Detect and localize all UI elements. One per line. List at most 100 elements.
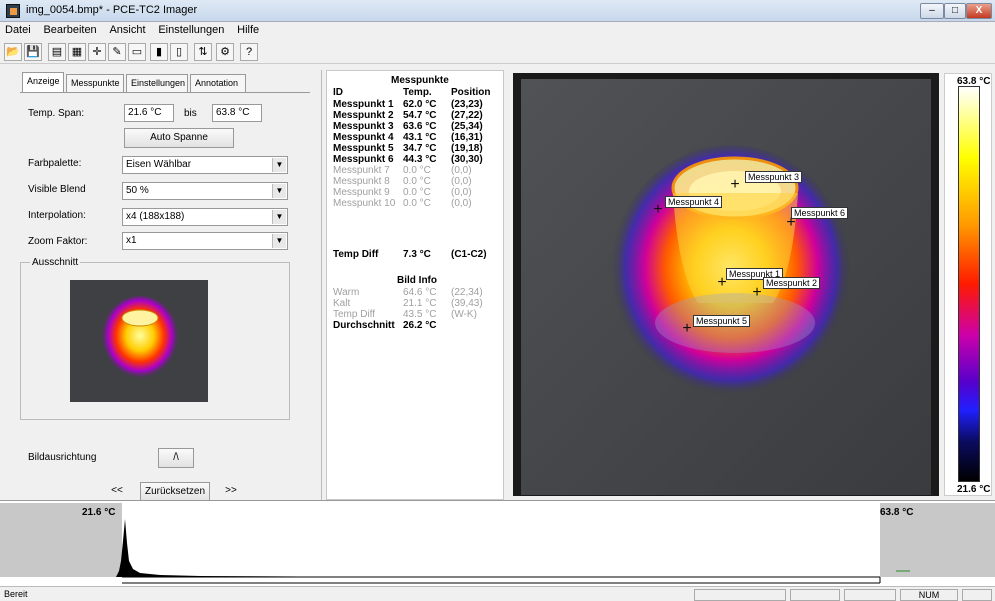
status-bar: Bereit NUM <box>0 586 995 601</box>
close-button[interactable]: X <box>966 3 992 19</box>
visible-blend-select[interactable]: 50 % ▼ <box>122 182 288 200</box>
thermal-image-view[interactable]: + Messpunkt 3 + Messpunkt 4 + Messpunkt 6 + Mes… <box>513 73 939 496</box>
menu-hilfe[interactable]: Hilfe <box>232 22 264 38</box>
prev-button[interactable]: << <box>102 482 132 502</box>
crosshair-icon[interactable]: + <box>727 177 743 193</box>
report-icon[interactable]: ▦ <box>68 43 86 61</box>
open-icon[interactable]: 📂 <box>4 43 22 61</box>
menu-bar: Datei Bearbeiten Ansicht Einstellungen H… <box>0 22 995 40</box>
temp-max-field[interactable]: 63.8 °C <box>212 104 262 122</box>
tab-messpunkte[interactable]: Messpunkte <box>66 74 124 92</box>
farbpalette-value: Eisen Wählbar <box>126 159 192 170</box>
properties-icon[interactable]: ▤ <box>48 43 66 61</box>
messpunkt-pos: (16,31) <box>451 132 483 143</box>
tab-annotation[interactable]: Annotation <box>190 74 246 92</box>
messpunkt-pos: (0,0) <box>451 176 472 187</box>
messpunkt-temp: 63.6 °C <box>403 121 437 132</box>
marker-icon[interactable]: ✎ <box>108 43 126 61</box>
num-lock-indicator: NUM <box>900 589 958 601</box>
visible-blend-value: 50 % <box>126 185 149 196</box>
messpunkt-id: Messpunkt 3 <box>333 121 394 132</box>
bildinfo-extra: (22,34) <box>451 287 483 298</box>
menu-ansicht[interactable]: Ansicht <box>104 22 150 38</box>
status-text: Bereit <box>4 589 28 599</box>
zoom-select[interactable]: x1 ▼ <box>122 232 288 250</box>
color-scale-bar <box>958 86 980 482</box>
messpunkt-label[interactable]: Messpunkt 2 <box>763 277 821 289</box>
menu-einstellungen[interactable]: Einstellungen <box>153 22 229 38</box>
chevron-down-icon: ▼ <box>272 158 286 172</box>
histogram-right-label: 63.8 °C <box>880 507 914 518</box>
bildinfo-value: 21.1 °C <box>403 298 437 309</box>
orientation-button[interactable]: /\ <box>158 448 194 468</box>
temp-min-field[interactable]: 21.6 °C <box>124 104 174 122</box>
messpunkte-panel: Messpunkte ID Temp. Position Messpunkt 1… <box>326 70 504 500</box>
zoom-label: Zoom Faktor: <box>28 236 88 247</box>
settings-icon[interactable]: ⚙ <box>216 43 234 61</box>
messpunkt-temp: 0.0 °C <box>403 165 431 176</box>
bildinfo-label: Durchschnitt <box>333 320 395 331</box>
rectangle-icon[interactable]: ▭ <box>128 43 146 61</box>
farbpalette-select[interactable]: Eisen Wählbar ▼ <box>122 156 288 174</box>
tab-divider <box>20 92 310 93</box>
title-bar: img_0054.bmp* - PCE-TC2 Imager – □ X <box>0 0 995 22</box>
status-pane-2 <box>790 589 840 601</box>
messpunkt-label[interactable]: Messpunkt 5 <box>693 315 751 327</box>
messpunkt-id: Messpunkt 5 <box>333 143 394 154</box>
crosshair-icon[interactable]: + <box>650 202 666 218</box>
histogram-panel[interactable]: 21.6 °C 63.8 °C <box>0 500 995 586</box>
messpunkt-pos: (0,0) <box>451 198 472 209</box>
tab-anzeige[interactable]: Anzeige <box>22 72 64 92</box>
menu-bearbeiten[interactable]: Bearbeiten <box>38 22 101 38</box>
messpunkt-pos: (27,22) <box>451 110 483 121</box>
help-icon[interactable]: ? <box>240 43 258 61</box>
bildinfo-value: 26.2 °C <box>403 320 437 331</box>
messpunkte-title: Messpunkte <box>391 75 449 86</box>
messpunkt-temp: 62.0 °C <box>403 99 437 110</box>
chevron-down-icon: ▼ <box>272 234 286 248</box>
colorbar-min: 21.6 °C <box>957 484 991 495</box>
thumbnail-image <box>100 296 180 384</box>
interpolation-label: Interpolation: <box>28 210 86 221</box>
messpunkt-label[interactable]: Messpunkt 3 <box>745 171 803 183</box>
messpunkt-id: Messpunkt 1 <box>333 99 394 110</box>
interpolation-select[interactable]: x4 (188x188) ▼ <box>122 208 288 226</box>
messpunkt-pos: (25,34) <box>451 121 483 132</box>
messpunkt-label[interactable]: Messpunkt 6 <box>791 207 849 219</box>
temp-diff-value: 7.3 °C <box>403 249 431 260</box>
compare-icon[interactable]: ▯ <box>170 43 188 61</box>
histogram-chart <box>0 503 995 584</box>
chevron-down-icon: ▼ <box>272 210 286 224</box>
reset-button[interactable]: Zurücksetzen <box>140 482 210 502</box>
thumbnail-preview[interactable] <box>70 280 208 402</box>
farbpalette-label: Farbpalette: <box>28 158 82 169</box>
maximize-button[interactable]: □ <box>944 3 966 19</box>
messpunkt-pos: (19,18) <box>451 143 483 154</box>
chart-icon[interactable]: ▮ <box>150 43 168 61</box>
bildinfo-label: Temp Diff <box>333 309 376 320</box>
messpunkt-id: Messpunkt 9 <box>333 187 390 198</box>
app-icon <box>6 4 20 18</box>
visible-blend-label: Visible Blend <box>28 184 86 195</box>
messpunkt-label[interactable]: Messpunkt 4 <box>665 196 723 208</box>
tab-einstellungen[interactable]: Einstellungen <box>126 74 188 92</box>
status-pane-5 <box>962 589 992 601</box>
messpunkt-id: Messpunkt 2 <box>333 110 394 121</box>
messpunkt-id: Messpunkt 8 <box>333 176 390 187</box>
auto-spanne-button[interactable]: Auto Spanne <box>124 128 234 148</box>
messpunkt-id: Messpunkt 4 <box>333 132 394 143</box>
bildausrichtung-label: Bildausrichtung <box>28 452 97 463</box>
menu-datei[interactable]: Datei <box>0 22 36 38</box>
minimize-button[interactable]: – <box>920 3 944 19</box>
messpunkt-temp: 43.1 °C <box>403 132 437 143</box>
status-pane-3 <box>844 589 896 601</box>
save-icon[interactable]: 💾 <box>24 43 42 61</box>
bildinfo-label: Kalt <box>333 298 351 309</box>
next-button[interactable]: >> <box>216 482 246 502</box>
temp-diff-ref: (C1-C2) <box>451 249 487 260</box>
messpunkt-id: Messpunkt 7 <box>333 165 390 176</box>
messpunkt-temp: 54.7 °C <box>403 110 437 121</box>
crosshair-icon[interactable]: ✛ <box>88 43 106 61</box>
bildinfo-title: Bild Info <box>397 275 437 286</box>
flip-icon[interactable]: ⇅ <box>194 43 212 61</box>
